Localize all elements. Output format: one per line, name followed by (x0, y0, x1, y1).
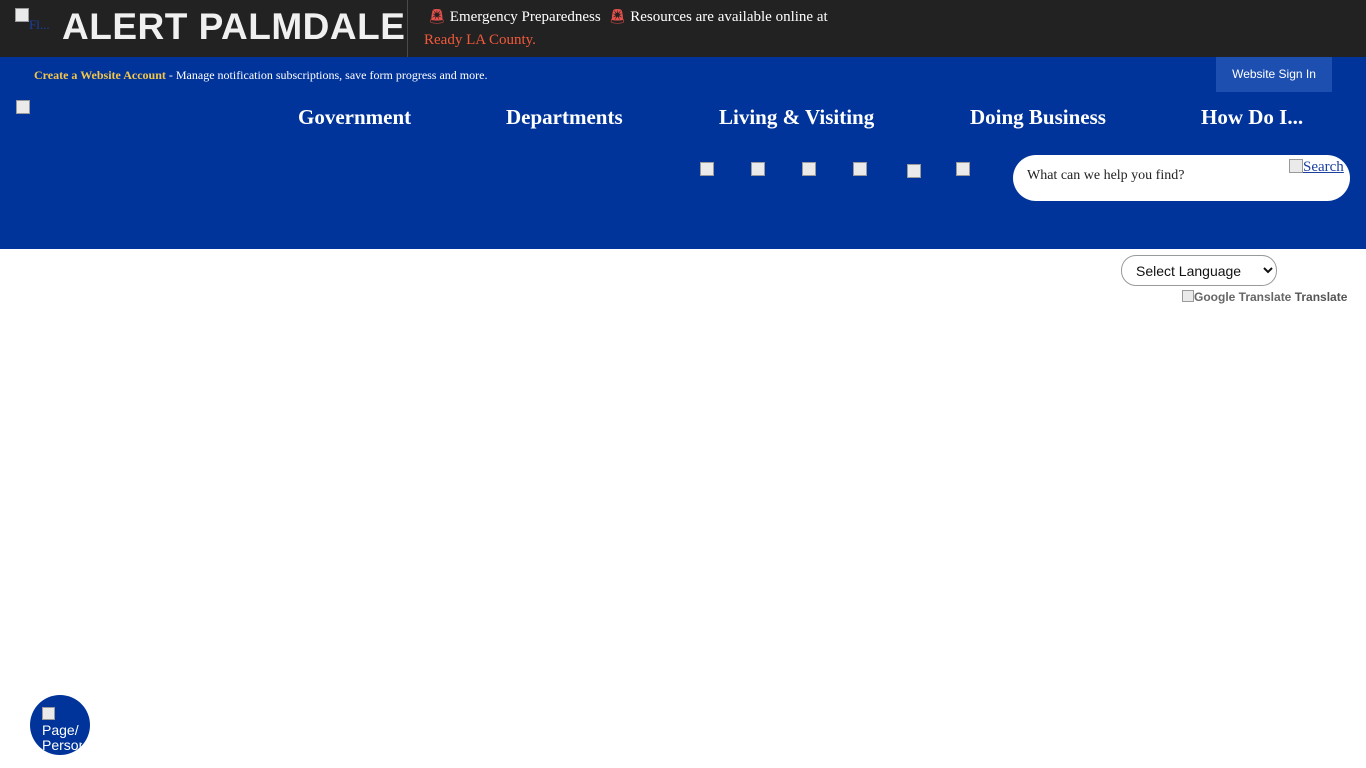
broken-image-icon (15, 8, 29, 22)
alert-logo-alt: Fl... (29, 17, 50, 32)
account-description: - Manage notification subscriptions, sav… (165, 68, 488, 82)
page-tools-button[interactable]: Page/ Person... (30, 695, 90, 755)
broken-image-icon (751, 162, 765, 176)
alert-divider (407, 0, 408, 57)
broken-image-icon (853, 162, 867, 176)
search-input[interactable] (1027, 168, 1287, 184)
site-logo[interactable] (16, 100, 30, 118)
quick-link-3-icon[interactable] (802, 162, 816, 180)
create-account-link[interactable]: Create a Website Account (34, 68, 166, 82)
broken-image-icon (42, 707, 55, 720)
quick-link-4-icon[interactable] (853, 162, 867, 180)
quick-link-2-icon[interactable] (751, 162, 765, 180)
broken-image-icon (802, 162, 816, 176)
search-box: Search (1013, 155, 1350, 201)
search-button-label: Search (1303, 159, 1344, 175)
siren-icon: 🚨︎ (428, 10, 446, 25)
broken-image-icon (956, 162, 970, 176)
google-translate-img-alt: Google Translate (1194, 290, 1292, 304)
broken-image-icon (700, 162, 714, 176)
alert-title: ALERT PALMDALE (62, 6, 406, 47)
broken-image-icon (907, 164, 921, 178)
ready-la-county-link[interactable]: Ready LA County. (424, 32, 536, 48)
language-select[interactable]: Select Language (1121, 255, 1277, 286)
sign-in-button[interactable]: Website Sign In (1216, 57, 1332, 92)
alert-bar: Fl... ALERT PALMDALE 🚨︎ Emergency Prepare… (0, 0, 1366, 57)
page-tools-label: Page/ Person... (42, 723, 82, 753)
account-bar: Create a Website Account - Manage notifi… (0, 57, 1366, 92)
quick-link-5-icon[interactable] (907, 164, 921, 182)
nav-government[interactable]: Government (298, 105, 411, 130)
alert-message-part2: Resources are available online at (630, 9, 828, 25)
nav-living-visiting[interactable]: Living & Visiting (719, 105, 874, 130)
siren-icon: 🚨︎ (608, 10, 627, 25)
google-translate-credit[interactable]: Google Translate Translate (1182, 290, 1347, 304)
broken-image-icon (16, 100, 30, 114)
quick-link-6-icon[interactable] (956, 162, 970, 180)
broken-image-icon (1182, 290, 1194, 302)
quick-link-1-icon[interactable] (700, 162, 714, 180)
nav-doing-business[interactable]: Doing Business (970, 105, 1106, 130)
alert-logo[interactable]: Fl... (15, 8, 55, 48)
site-header: Government Departments Living & Visiting… (0, 92, 1366, 249)
alert-message: 🚨︎ Emergency Preparedness 🚨︎ Resources are… (424, 6, 828, 51)
nav-departments[interactable]: Departments (506, 105, 623, 130)
alert-message-part1: Emergency Preparedness (449, 9, 601, 25)
nav-how-do-i[interactable]: How Do I... (1201, 105, 1303, 130)
search-button[interactable]: Search (1289, 159, 1344, 176)
account-notice: Create a Website Account - Manage notifi… (34, 68, 487, 83)
translate-label: Translate (1294, 290, 1348, 304)
broken-image-icon (1289, 159, 1303, 173)
